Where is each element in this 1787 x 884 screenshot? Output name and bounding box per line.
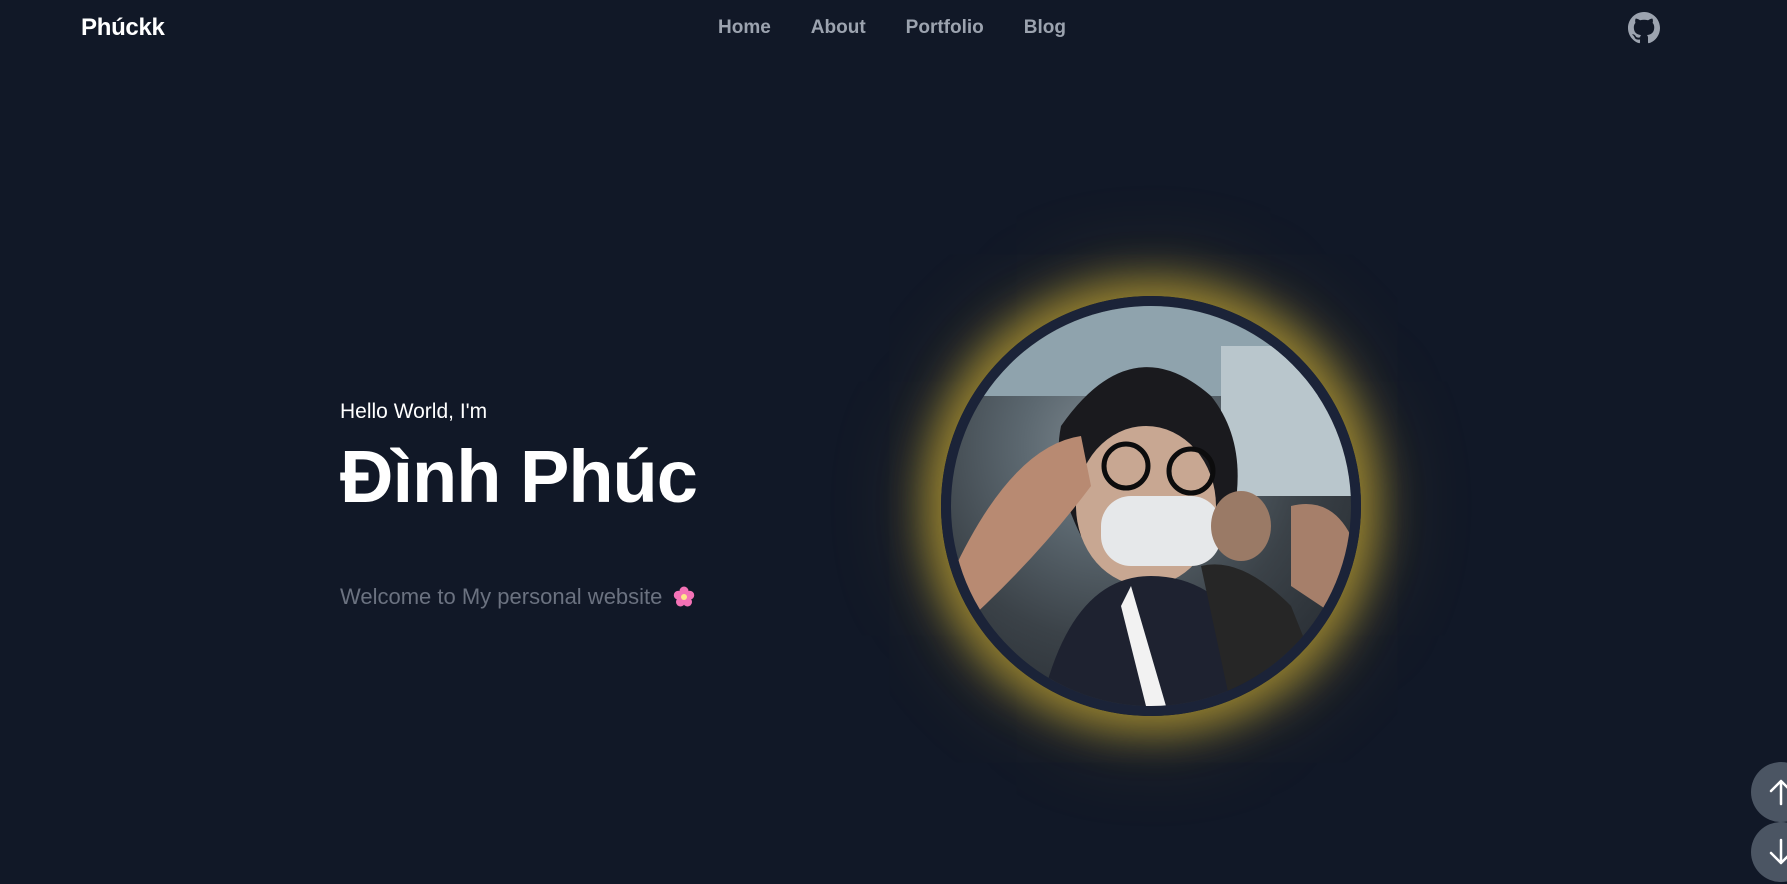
hero-greeting: Hello World, I'm — [340, 400, 488, 423]
github-icon[interactable] — [1628, 12, 1660, 44]
arrow-up-icon — [1769, 779, 1787, 806]
hero-intro: Hello World, I'm Đình Phúc Welcome to My… — [340, 400, 760, 610]
top-nav: Phúckk Home About Portfolio Blog — [0, 0, 1787, 58]
scroll-down-button[interactable] — [1751, 822, 1787, 882]
profile-photo-glow — [941, 296, 1361, 716]
hero-welcome-text: Welcome to My personal website — [340, 584, 663, 609]
nav-links: Home About Portfolio Blog — [718, 17, 1066, 39]
hero-welcome: Welcome to My personal website — [340, 584, 760, 610]
scroll-up-button[interactable] — [1751, 762, 1787, 822]
nav-link-about[interactable]: About — [811, 17, 866, 39]
nav-link-home[interactable]: Home — [718, 17, 771, 39]
arrow-down-icon — [1769, 838, 1787, 865]
profile-photo — [941, 296, 1361, 716]
nav-link-portfolio[interactable]: Portfolio — [906, 17, 984, 39]
cherry-blossom-icon — [672, 585, 696, 609]
hero-name: Đình Phúc — [340, 435, 698, 518]
nav-link-blog[interactable]: Blog — [1024, 17, 1066, 39]
site-logo[interactable]: Phúckk — [81, 14, 165, 42]
